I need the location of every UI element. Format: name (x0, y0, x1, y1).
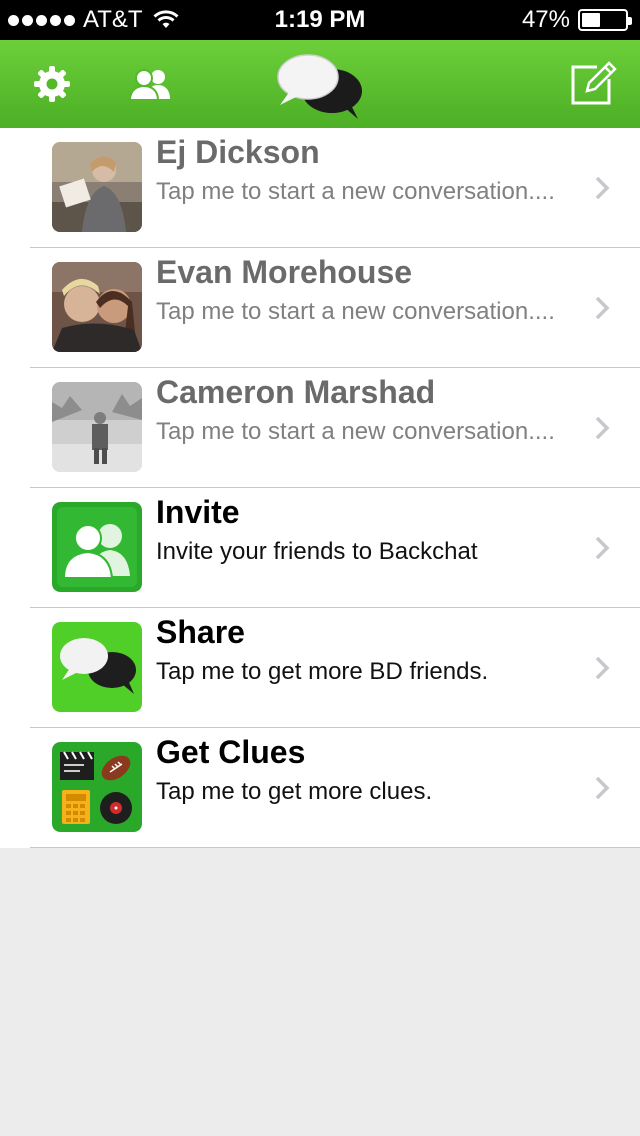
invite-title: Invite (156, 494, 240, 530)
share-chat-icon (52, 622, 142, 712)
invite-subtitle: Invite your friends to Backchat (156, 538, 478, 565)
invite-friends-icon (52, 502, 142, 592)
chevron-right-icon (595, 416, 610, 440)
avatar (52, 262, 142, 352)
status-right: 47% (521, 0, 632, 40)
chevron-right-icon (595, 176, 610, 200)
app-logo (270, 48, 370, 124)
contact-name: Evan Morehouse (156, 254, 413, 290)
invite-item[interactable]: Invite Invite your friends to Backchat (0, 488, 640, 608)
share-title: Share (156, 614, 245, 650)
share-subtitle: Tap me to get more BD friends. (156, 658, 489, 685)
conversation-list: Ej Dickson Tap me to start a new convers… (0, 128, 640, 848)
chat-bubbles-logo (277, 54, 362, 119)
chevron-right-icon (595, 296, 610, 320)
contact-name: Ej Dickson (156, 134, 320, 170)
share-item[interactable]: Share Tap me to get more BD friends. (0, 608, 640, 728)
battery-percent: 47% (521, 6, 570, 33)
status-bar: AT&T 1:19 PM 47% (0, 0, 640, 40)
chevron-right-icon (595, 536, 610, 560)
clues-title: Get Clues (156, 734, 306, 770)
clues-icon (52, 742, 142, 832)
clues-item[interactable]: Get Clues Tap me to get more clues. (0, 728, 640, 848)
friends-button[interactable] (124, 60, 178, 108)
friends-icon (128, 69, 170, 101)
battery-icon (578, 9, 632, 31)
avatar (52, 142, 142, 232)
list-item[interactable]: Evan Morehouse Tap me to start a new con… (0, 248, 640, 368)
clues-subtitle: Tap me to get more clues. (156, 778, 433, 805)
list-item[interactable]: Cameron Marshad Tap me to start a new co… (0, 368, 640, 488)
compose-icon (571, 61, 617, 105)
contact-subtitle: Tap me to start a new conversation.... (156, 298, 555, 325)
compose-button[interactable] (566, 58, 618, 110)
gear-icon (34, 66, 70, 102)
battery-fill (582, 13, 600, 27)
contact-subtitle: Tap me to start a new conversation.... (156, 178, 555, 205)
list-item[interactable]: Ej Dickson Tap me to start a new convers… (0, 128, 640, 248)
avatar (52, 382, 142, 472)
nav-bar (0, 40, 640, 128)
contact-subtitle: Tap me to start a new conversation.... (156, 418, 555, 445)
contact-name: Cameron Marshad (156, 374, 436, 410)
chevron-right-icon (595, 656, 610, 680)
settings-button[interactable] (28, 60, 76, 108)
chevron-right-icon (595, 776, 610, 800)
